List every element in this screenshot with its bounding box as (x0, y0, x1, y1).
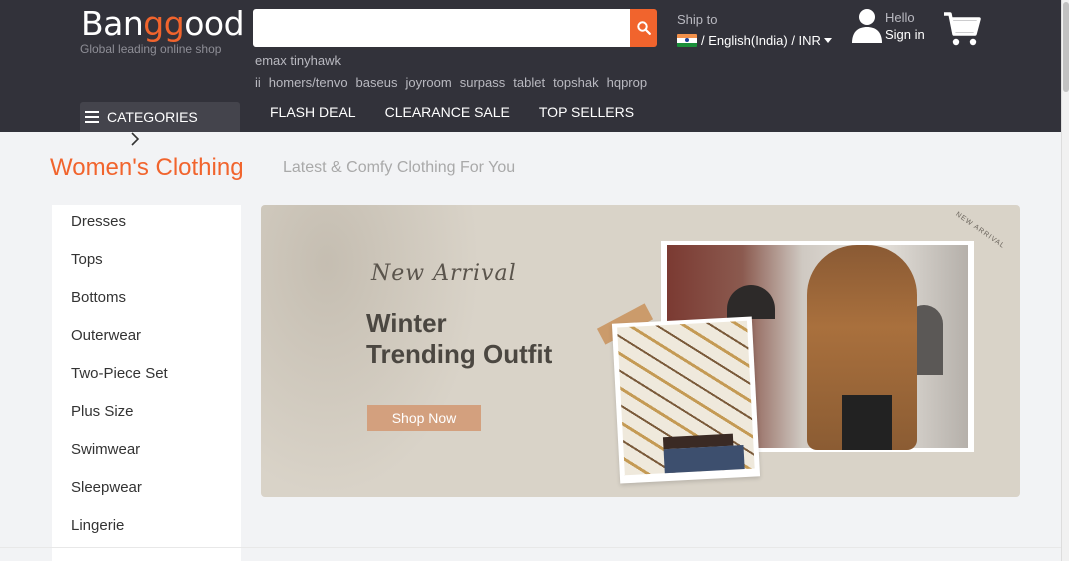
top-nav: FLASH DEAL CLEARANCE SALE TOP SELLERS (270, 104, 663, 120)
hot-word-link[interactable]: baseus (356, 75, 398, 90)
category-item[interactable]: Sleepwear (52, 471, 241, 509)
user-account[interactable]: Hello Sign in (851, 7, 925, 43)
hot-word-link[interactable]: tablet (513, 75, 545, 90)
ship-to-value: / English(India) / INR (701, 33, 821, 48)
india-flag-icon (677, 34, 697, 47)
hot-search-words: emax tinyhawk ii homers/tenvo baseus joyroo… (255, 50, 665, 94)
shop-now-button[interactable]: Shop Now (367, 405, 481, 431)
category-item[interactable]: Plus Size (52, 395, 241, 433)
nav-flash-deal[interactable]: FLASH DEAL (270, 104, 356, 120)
site-header: Banggood Global leading online shop emax… (0, 0, 1061, 132)
category-item[interactable]: Dresses (52, 205, 241, 243)
user-icon (852, 9, 882, 43)
hot-word-link[interactable]: topshak (553, 75, 599, 90)
sign-in-link[interactable]: Sign in (885, 27, 925, 42)
hello-text: Hello (885, 10, 915, 25)
categories-label: CATEGORIES (107, 109, 198, 125)
category-item[interactable]: Lingerie (52, 509, 241, 547)
hot-word-link[interactable]: joyroom (405, 75, 451, 90)
menu-icon (85, 111, 99, 123)
category-item[interactable]: Two-Piece Set (52, 357, 241, 395)
category-item[interactable]: Tops (52, 243, 241, 281)
ship-to-label: Ship to (677, 12, 718, 27)
section-title: Women's Clothing (50, 154, 244, 181)
scrollbar-thumb[interactable] (1063, 2, 1069, 92)
ship-to-selector[interactable]: / English(India) / INR (677, 33, 832, 48)
hot-word-link[interactable]: hqprop (607, 75, 647, 90)
cart-button[interactable] (943, 11, 981, 52)
nav-clearance-sale[interactable]: CLEARANCE SALE (385, 104, 510, 120)
category-item[interactable]: Outerwear (52, 319, 241, 357)
hot-word-link[interactable]: homers/tenvo (269, 75, 348, 90)
category-item[interactable]: Swimwear (52, 433, 241, 471)
page-scrollbar[interactable] (1061, 0, 1069, 561)
blouse-model-photo (611, 316, 761, 484)
caret-down-icon (823, 38, 832, 43)
categories-menu-button[interactable]: CATEGORIES (80, 102, 240, 132)
new-arrival-script: New Arrival (371, 261, 517, 286)
search-icon (636, 21, 651, 35)
nav-top-sellers[interactable]: TOP SELLERS (539, 104, 634, 120)
banner-headline: Winter Trending Outfit (366, 308, 553, 369)
divider (0, 547, 1061, 548)
category-item[interactable]: Bottoms (52, 281, 241, 319)
search-button[interactable] (630, 9, 657, 47)
search-input[interactable] (253, 9, 630, 47)
chevron-right-icon[interactable] (130, 132, 140, 149)
hot-word-link[interactable]: surpass (460, 75, 506, 90)
logo-tagline: Global leading online shop (80, 42, 222, 56)
banggood-logo[interactable]: Banggood (81, 4, 245, 43)
cart-icon (944, 12, 981, 46)
category-list: Dresses Tops Bottoms Outerwear Two-Piece… (52, 205, 241, 561)
promo-banner[interactable]: New Arrival Winter Trending Outfit Shop … (261, 205, 1020, 497)
section-subtitle: Latest & Comfy Clothing For You (283, 159, 516, 176)
